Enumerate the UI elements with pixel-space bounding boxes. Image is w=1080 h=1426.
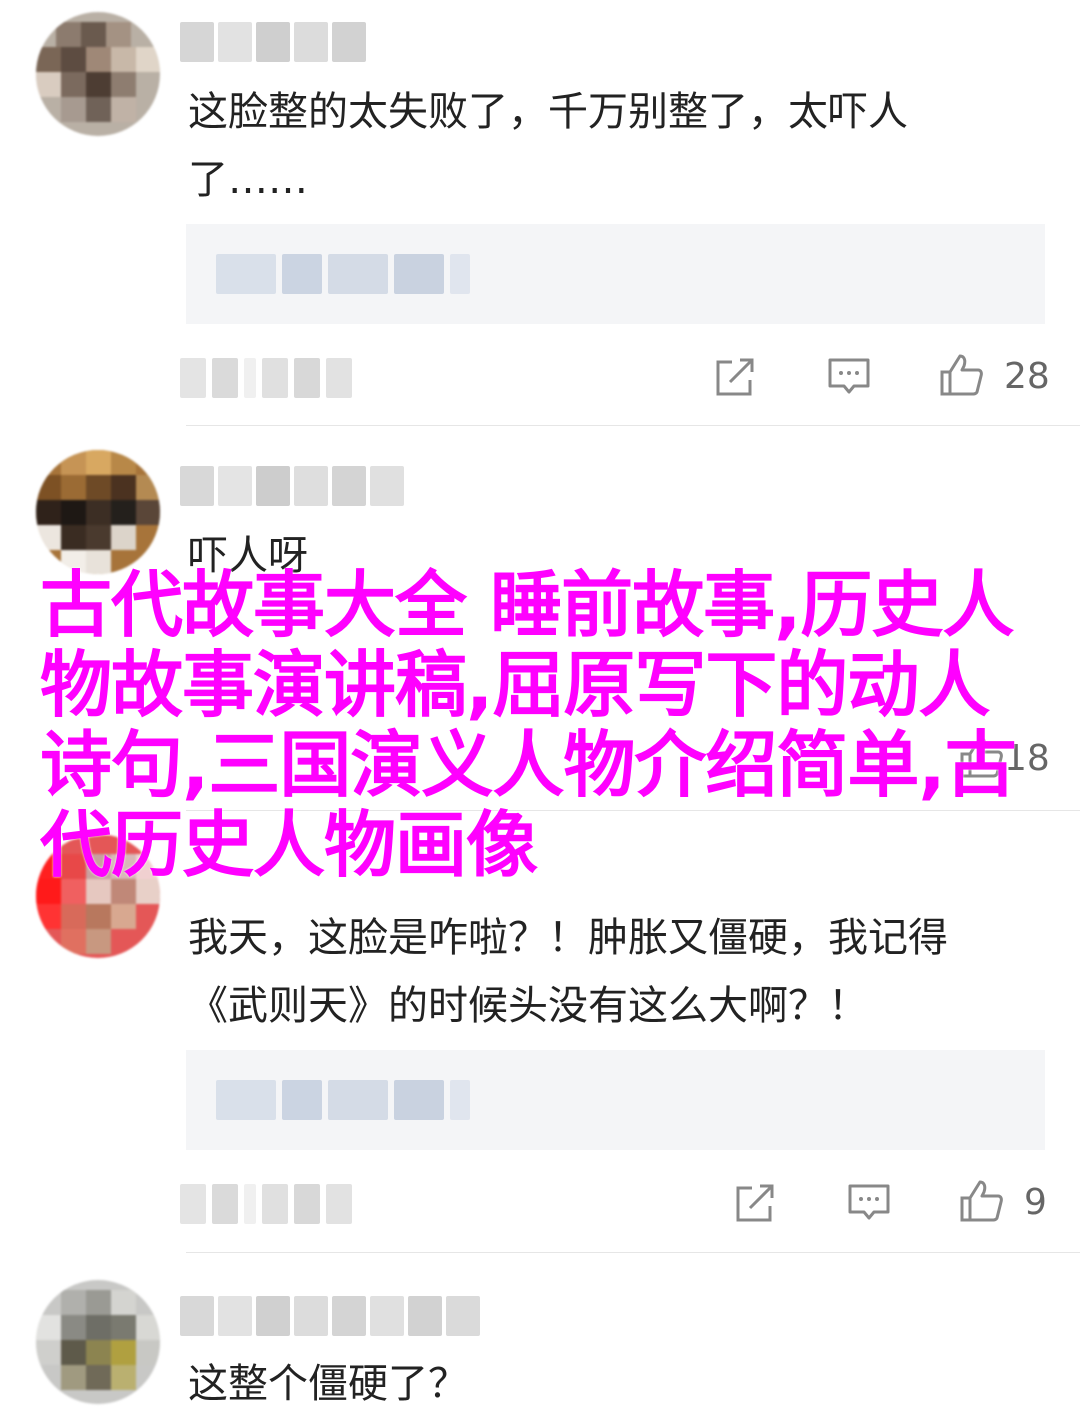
comment-icon[interactable]	[826, 354, 872, 400]
thumbs-up-icon[interactable]	[938, 352, 984, 398]
comment-icon[interactable]	[846, 1180, 892, 1226]
divider	[186, 1252, 1080, 1253]
like-count: 28	[1004, 356, 1050, 397]
username-blurred[interactable]	[180, 22, 366, 62]
avatar[interactable]	[36, 1280, 160, 1404]
username-blurred[interactable]	[180, 466, 404, 506]
divider	[186, 425, 1080, 426]
thumbs-up-icon[interactable]	[958, 1178, 1004, 1224]
avatar[interactable]	[36, 450, 160, 574]
share-icon[interactable]	[712, 354, 758, 400]
username-blurred[interactable]	[180, 1296, 480, 1336]
like-count: 9	[1024, 1182, 1047, 1223]
comment-text: 这脸整的太失败了，千万别整了，太吓人 了……	[188, 89, 908, 203]
comment-text: 这整个僵硬了？	[188, 1361, 468, 1407]
avatar[interactable]	[36, 12, 160, 136]
reply-quote-box[interactable]	[186, 1050, 1045, 1150]
share-icon[interactable]	[732, 1180, 778, 1226]
comment-text: 我天，这脸是咋啦？！肿胀又僵硬，我记得 《武则天》的时候头没有这么大啊？！	[188, 915, 948, 1029]
overlay-title: 古代故事大全 睡前故事,历史人物故事演讲稿,屈原写下的动人诗句,三国演义人物介绍…	[40, 563, 1017, 887]
reply-quote-box[interactable]	[186, 224, 1045, 324]
timestamp-blurred	[180, 358, 352, 398]
timestamp-blurred	[180, 1184, 352, 1224]
